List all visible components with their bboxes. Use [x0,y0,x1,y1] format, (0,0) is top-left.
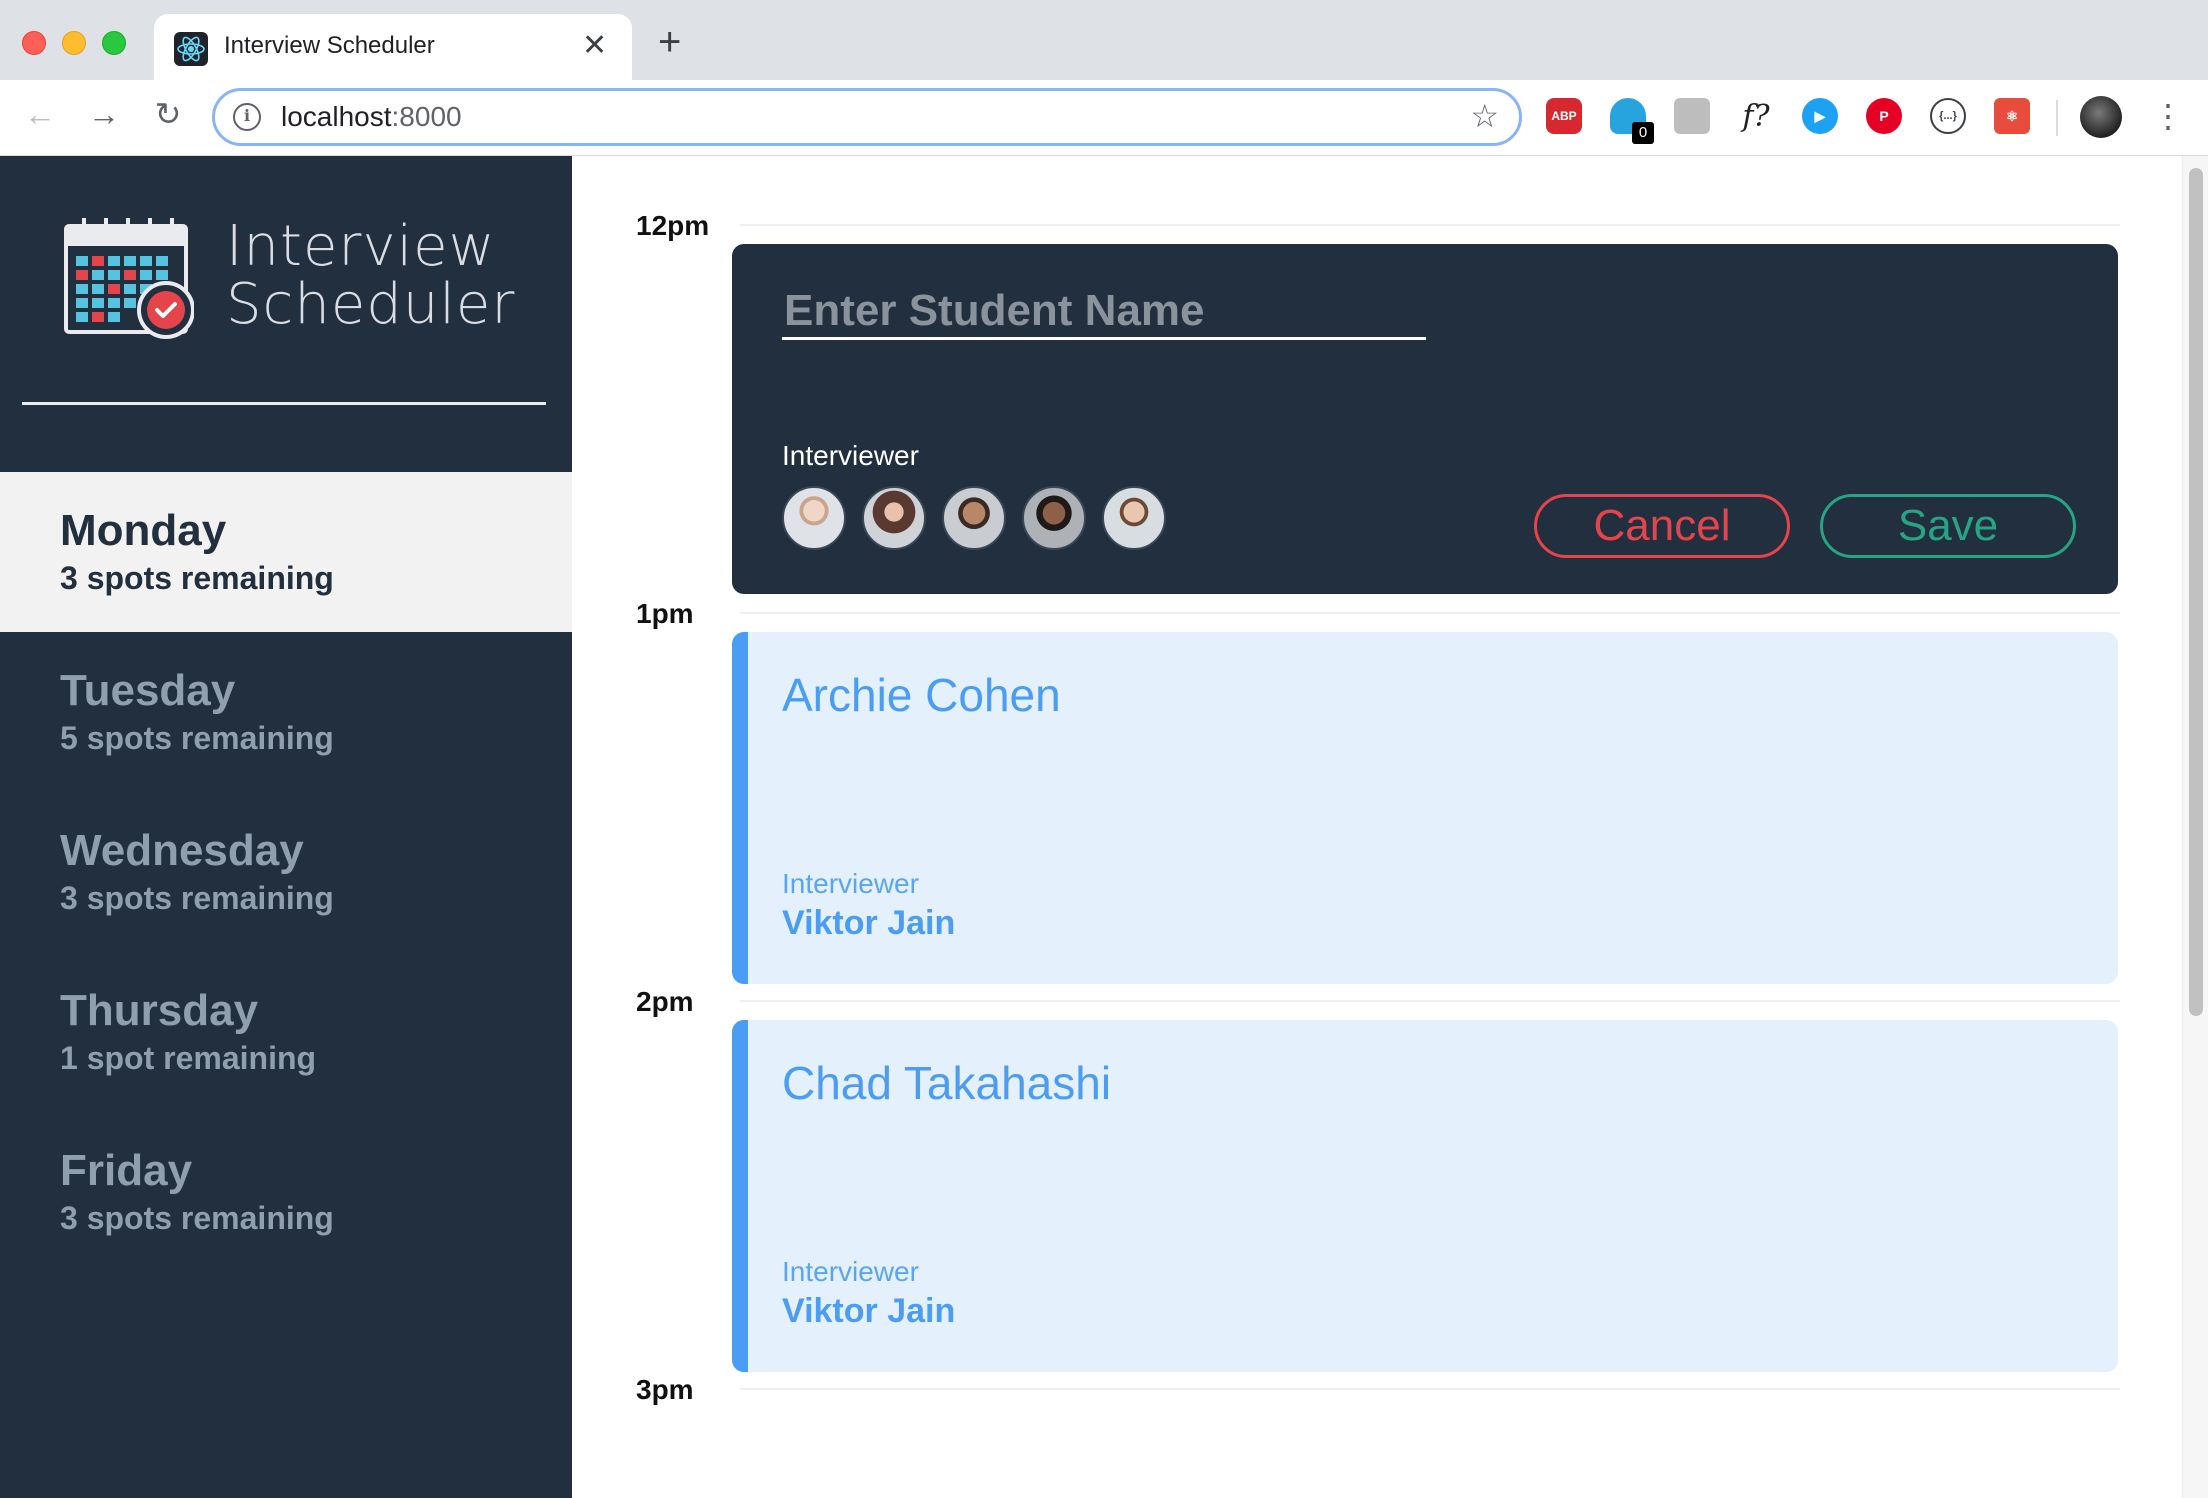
minimize-window-button[interactable] [62,31,86,55]
day-item-thursday[interactable]: Thursday 1 spot remaining [0,952,572,1112]
cancel-button[interactable]: Cancel [1534,494,1790,558]
day-spots: 3 spots remaining [60,880,334,916]
bookmark-star-icon[interactable]: ☆ [1470,97,1499,135]
browser-tab[interactable]: Interview Scheduler ✕ [154,14,632,80]
profile-avatar[interactable] [2080,96,2122,138]
address-bar[interactable]: i localhost:8000 ☆ [212,88,1522,146]
student-name-input[interactable] [782,284,1426,340]
day-spots: 1 spot remaining [60,1040,317,1076]
appointment-form: Interviewer Cancel Save [732,244,2118,594]
tab-title: Interview Scheduler [224,32,435,59]
hour-label: 2pm [636,986,694,1017]
briefcase-extension-icon[interactable] [1674,98,1710,134]
save-button[interactable]: Save [1820,494,2076,558]
appointment-interviewer-name: Viktor Jain [782,904,956,942]
hour-divider [740,224,2120,226]
interviewer-avatar[interactable] [862,486,926,550]
maximize-window-button[interactable] [102,31,126,55]
sidebar-divider [22,402,546,405]
close-window-button[interactable] [22,31,46,55]
interviewer-avatar[interactable] [942,486,1006,550]
day-name: Wednesday [60,826,304,875]
font-extension-icon[interactable]: f? [1738,98,1774,134]
hour-divider [740,1000,2120,1002]
interviewer-label: Interviewer [782,440,919,471]
day-name: Monday [60,506,227,555]
day-name: Tuesday [60,666,236,715]
pinterest-extension-icon[interactable]: P [1866,98,1902,134]
vertical-scrollbar[interactable] [2182,156,2208,1498]
hour-label: 12pm [636,210,710,241]
reload-icon[interactable]: ↻ [146,92,190,136]
app-logo-text: Interview Scheduler [226,218,515,334]
new-tab-icon[interactable]: + [658,22,681,62]
forward-arrow-icon[interactable]: → [82,92,126,136]
interviewer-avatar[interactable] [782,486,846,550]
scrollbar-thumb[interactable] [2189,168,2203,1016]
hour-divider [740,612,2120,614]
toolbar-divider [2056,100,2058,136]
day-name: Thursday [60,986,259,1035]
react-devtools-extension-icon[interactable]: ⚛ [1994,98,2030,134]
day-item-wednesday[interactable]: Wednesday 3 spots remaining [0,792,572,952]
day-spots: 5 spots remaining [60,720,334,756]
browser-toolbar: ← → ↻ i localhost:8000 ☆ ABP 0 f? ▶ P {.… [0,80,2208,156]
hour-label: 3pm [636,1374,694,1405]
url-port: :8000 [391,101,462,132]
appointment-interviewer-label: Interviewer [782,868,919,899]
sidebar: Interview Scheduler Monday 3 spots remai… [0,156,572,1498]
adblock-extension-icon[interactable]: ABP [1546,98,1582,134]
day-name: Friday [60,1146,193,1195]
extension-badge: 0 [1632,122,1654,144]
appointment-interviewer-label: Interviewer [782,1256,919,1287]
url-text[interactable]: localhost:8000 [281,101,462,133]
appointment-accent-bar [732,1020,748,1372]
day-spots: 3 spots remaining [60,1200,334,1236]
bird-extension-icon[interactable]: ▶ [1802,98,1838,134]
appointment-card[interactable]: Chad Takahashi Interviewer Viktor Jain [732,1020,2118,1372]
json-extension-icon[interactable]: {...} [1930,98,1966,134]
hour-divider [740,1388,2120,1390]
appointment-student-name: Archie Cohen [782,669,1061,721]
schedule: 12pm Interviewer Cancel Save 1pm Archie … [572,156,2182,1498]
appointment-student-name: Chad Takahashi [782,1057,1112,1109]
day-item-friday[interactable]: Friday 3 spots remaining [0,1112,572,1272]
react-icon [174,32,208,66]
logo-line-2: Scheduler [226,272,516,337]
hour-label: 1pm [636,598,694,629]
back-arrow-icon[interactable]: ← [18,92,62,136]
interviewer-avatar[interactable] [1102,486,1166,550]
logo-line-1: Interview [226,214,496,279]
day-spots: 3 spots remaining [60,560,334,596]
more-menu-icon[interactable]: ⋮ [2152,94,2184,138]
browser-tab-bar: Interview Scheduler ✕ + [0,0,2208,80]
interviewer-avatar[interactable] [1022,486,1086,550]
info-icon[interactable]: i [233,103,261,131]
day-item-tuesday[interactable]: Tuesday 5 spots remaining [0,632,572,792]
day-item-monday[interactable]: Monday 3 spots remaining [0,472,572,632]
close-tab-icon[interactable]: ✕ [582,28,607,64]
appointment-interviewer-name: Viktor Jain [782,1292,956,1330]
appointment-card[interactable]: Archie Cohen Interviewer Viktor Jain [732,632,2118,984]
appointment-accent-bar [732,632,748,984]
url-host: localhost [281,101,392,132]
calendar-logo-icon [62,216,195,340]
